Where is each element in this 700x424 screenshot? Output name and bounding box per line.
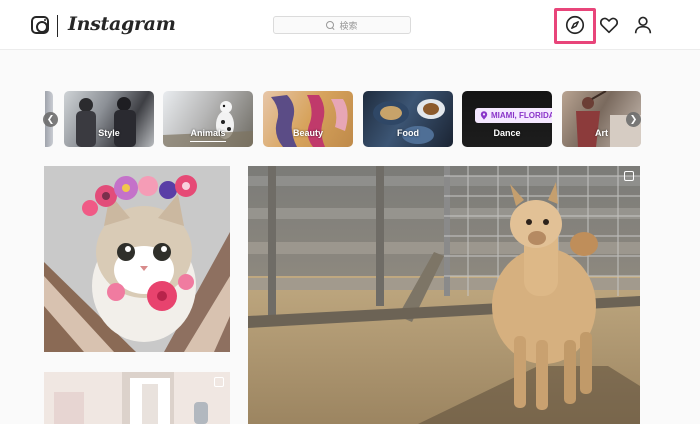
category-label: Food — [397, 128, 419, 138]
search-icon — [326, 20, 335, 30]
location-pin-icon — [480, 111, 488, 120]
location-sticker-text: MIAMI, FLORIDA — [491, 111, 552, 120]
category-label: Art — [595, 128, 608, 138]
alpaca-photo — [248, 166, 640, 424]
beauty-photo — [271, 95, 348, 147]
cat-flower-crown-photo — [44, 166, 230, 352]
category-tile-style[interactable]: Style — [64, 91, 154, 147]
chevron-left-icon: ❮ — [46, 114, 55, 124]
category-tile-food[interactable]: Food — [363, 91, 453, 147]
location-sticker: MIAMI, FLORIDA — [475, 108, 552, 123]
post-cat-flower-crown[interactable] — [44, 166, 230, 352]
selected-category-underline — [190, 141, 226, 142]
category-label: Dance — [493, 128, 521, 138]
search-placeholder: 検索 — [339, 20, 358, 31]
search-input[interactable]: 検索 — [273, 16, 411, 34]
room-photo — [44, 372, 230, 424]
category-carousel: Style Animals Beauty Food MIAMI, FLORIDA… — [45, 91, 641, 147]
logo-divider — [57, 15, 58, 37]
carousel-next-button[interactable]: ❯ — [626, 112, 641, 127]
compass-icon[interactable] — [564, 14, 586, 36]
category-tile-animals[interactable]: Animals — [163, 91, 253, 147]
multiple-photos-icon — [214, 377, 224, 387]
category-label: Animals — [190, 128, 226, 138]
heart-icon[interactable] — [598, 14, 620, 36]
top-nav-bar: Instagram 検索 — [0, 0, 700, 50]
instagram-camera-icon[interactable] — [31, 16, 49, 34]
carousel-prev-button[interactable]: ❮ — [43, 112, 58, 127]
post-alpaca[interactable] — [248, 166, 640, 424]
user-icon[interactable] — [632, 14, 654, 36]
style-photo — [76, 97, 136, 147]
food-photo — [373, 99, 445, 144]
category-label: Style — [98, 128, 120, 138]
instagram-wordmark[interactable]: Instagram — [68, 13, 176, 35]
category-tile-beauty[interactable]: Beauty — [263, 91, 353, 147]
category-label: Beauty — [292, 128, 323, 138]
chevron-right-icon: ❯ — [629, 114, 638, 124]
multiple-photos-icon — [624, 171, 634, 181]
category-tile-dance[interactable]: MIAMI, FLORIDA Dance — [462, 91, 552, 147]
post-room[interactable] — [44, 372, 230, 424]
animals-photo — [163, 101, 253, 147]
